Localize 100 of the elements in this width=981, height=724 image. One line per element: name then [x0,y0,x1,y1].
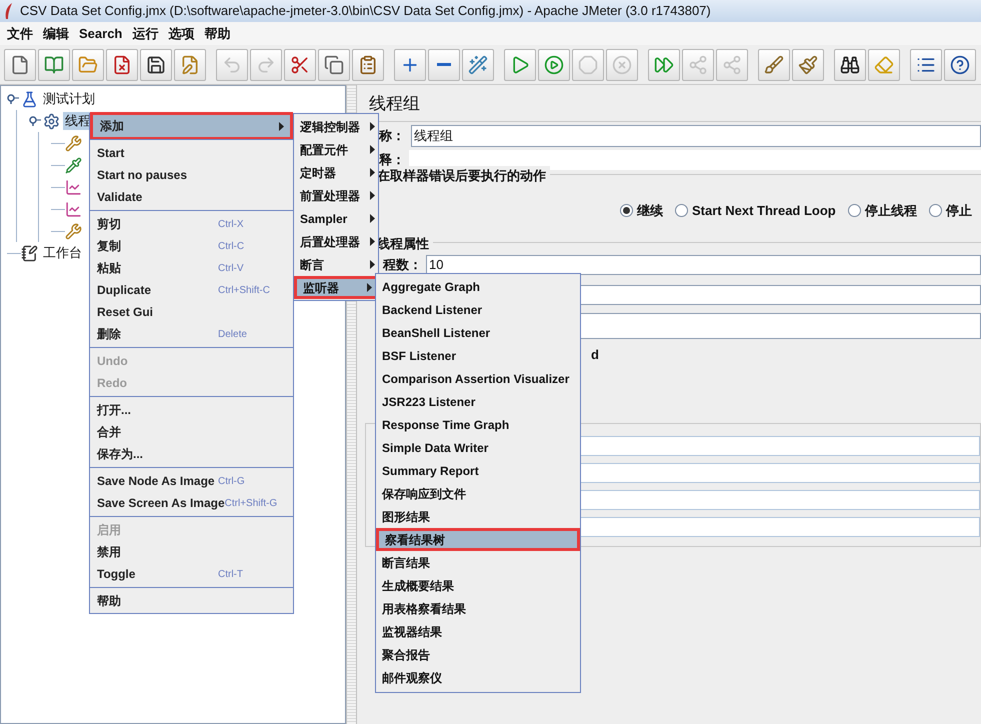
toolbar-button[interactable] [106,48,138,80]
menu-item[interactable]: 图形结果 [376,505,580,528]
menu-item[interactable]: 添加 [90,112,293,140]
wrench-icon [65,222,82,240]
menu-item[interactable]: 后置处理器 [294,230,378,253]
menu-item[interactable]: 复制 Ctrl-C [90,235,293,257]
menu-item[interactable]: 保存响应到文件 [376,482,580,505]
menu-item[interactable]: Save Screen As ImageCtrl+Shift-G [90,492,293,514]
window-title: CSV Data Set Config.jmx (D:\software\apache-jmeter-3.0\bin\CSV Data Set Config.jmx) - Apache JMeter (3.0 r1743807) [20,2,711,20]
threads-field[interactable]: 10 [426,255,981,275]
menu-item[interactable]: Backend Listener [376,298,580,321]
menu-item[interactable]: Toggle Ctrl-T [90,563,293,585]
document-pencil-icon [180,54,200,74]
toolbar-button[interactable] [834,48,866,80]
menu-item[interactable]: 逻辑控制器 [294,115,378,138]
save-icon [146,54,166,74]
radio-button[interactable] [848,204,861,218]
menu-item[interactable]: BeanShell Listener [376,321,580,344]
fast-forward-icon [654,54,674,74]
radio-option[interactable]: Start Next Thread Loop [675,201,836,220]
menu-item[interactable]: 禁用 [90,541,293,563]
menu-item[interactable]: 生成概要结果 [376,574,580,597]
tree-item[interactable]: 工作台 [41,244,84,262]
menu-item[interactable]: 邮件观察仪 [376,666,580,689]
menu-item[interactable]: 帮助 [199,24,236,44]
chart-icon [65,178,82,196]
radio-button[interactable] [620,204,633,218]
menu-item[interactable]: 删除 Delete [90,323,293,345]
menu-item[interactable]: 帮助 [90,590,293,612]
toolbar-button[interactable] [284,48,316,80]
minus-icon [437,63,451,66]
menu-item[interactable]: 聚合报告 [376,643,580,666]
toolbar-button[interactable] [910,48,942,80]
menu-item[interactable]: 断言 [294,253,378,276]
name-field[interactable]: 线程组 [411,125,981,147]
menu-item[interactable]: 剪切 Ctrl-X [90,213,293,235]
help-icon [950,54,970,74]
menu-item[interactable]: Simple Data Writer [376,436,580,459]
book-icon [44,54,64,74]
menu-item[interactable]: 监听器 [294,276,378,299]
menu-item[interactable]: 用表格察看结果 [376,597,580,620]
wand-icon [468,54,488,74]
menu-item[interactable]: Search [74,24,128,44]
menu-item[interactable]: 察看结果树 [376,528,580,551]
notebook-icon [21,244,38,262]
undo-icon [222,54,242,74]
pipette-icon [65,156,82,174]
folder-icon [78,54,98,74]
clipboard-icon [358,54,378,74]
menu-item[interactable]: Response Time Graph [376,413,580,436]
expand-handle-icon[interactable] [7,94,19,104]
menu-item[interactable]: Sampler [294,207,378,230]
toolbar-button[interactable] [140,48,172,80]
menu-item[interactable]: 粘贴 Ctrl-V [90,257,293,279]
menu-item[interactable]: 合并 [90,421,293,443]
menu-item[interactable]: Start no pauses [90,164,293,186]
radio-button[interactable] [675,204,688,218]
menu-item[interactable]: Aggregate Graph [376,275,580,298]
menu-item[interactable]: Save Node As Image Ctrl-G [90,470,293,492]
menu-item[interactable]: BSF Listener [376,344,580,367]
menu-item[interactable]: 断言结果 [376,551,580,574]
tree-item[interactable]: 测试计划 [41,90,97,108]
menu-item[interactable]: JSR223 Listener [376,390,580,413]
menu-item[interactable]: 打开... [90,399,293,421]
menu-item[interactable]: 前置处理器 [294,184,378,207]
field-label: 释： [379,151,406,169]
submenu-arrow-icon [370,122,375,131]
menu-item[interactable]: 运行 [127,24,164,44]
menu-item[interactable]: 定时器 [294,161,378,184]
expand-handle-icon[interactable] [29,116,41,126]
flask-icon [21,90,38,108]
toolbar-button[interactable] [944,48,976,80]
scissors-icon [290,54,310,74]
submenu-arrow-icon [367,283,372,292]
x-circle-icon [612,54,632,74]
radio-option[interactable]: 停止 [928,201,972,220]
redo-icon [256,54,276,74]
gear-icon [43,112,60,130]
radio-button[interactable] [928,204,942,218]
menu-item[interactable]: Duplicate Ctrl+Shift-C [90,279,293,301]
menu-item[interactable]: 文件 [2,24,38,44]
menu-item[interactable]: Comparison Assertion Visualizer [376,367,580,390]
menu-item[interactable]: 保存为... [90,443,293,465]
radio-option[interactable]: 继续 [620,201,663,220]
menu-item[interactable]: Reset Gui [90,301,293,323]
octagon-icon [578,54,598,74]
menu-item[interactable]: Summary Report [376,459,580,482]
submenu-arrow-icon [370,237,375,246]
menu-item[interactable]: 选项 [163,24,200,44]
eraser-icon [874,54,894,74]
menu-item[interactable]: 监视器结果 [376,620,580,643]
radio-option[interactable]: 停止线程 [848,201,917,220]
submenu-arrow-icon [370,168,375,177]
menu-item[interactable]: Start [90,142,293,164]
menu-item[interactable]: 编辑 [38,24,74,44]
field-label: 称： [379,127,406,146]
document-x-icon [112,54,132,74]
chart-icon [65,200,82,218]
menu-item[interactable]: Validate [90,186,293,208]
menu-item[interactable]: 配置元件 [294,138,378,161]
